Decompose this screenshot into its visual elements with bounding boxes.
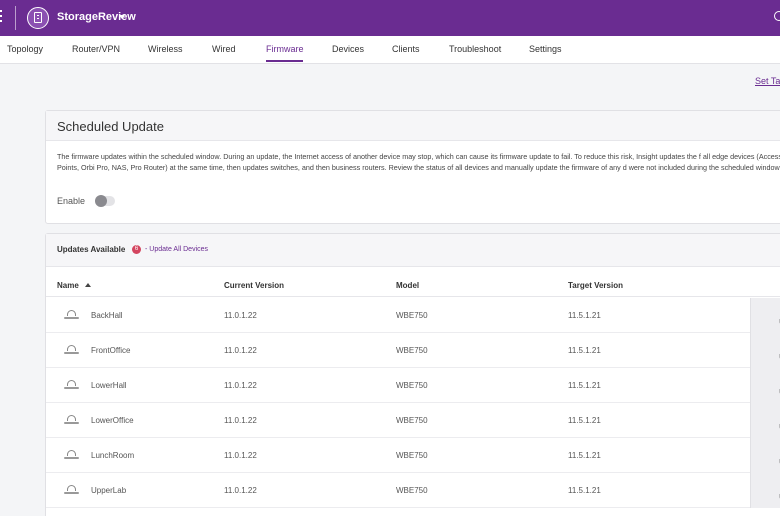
access-point-icon	[64, 380, 79, 390]
model: WBE750	[396, 416, 428, 425]
column-current-version[interactable]: Current Version	[224, 281, 284, 290]
chevron-down-icon[interactable]	[119, 15, 125, 19]
nav-bar: Topology Router/VPN Wireless Wired Firmw…	[0, 36, 780, 64]
device-name[interactable]: FrontOffice	[91, 346, 130, 355]
menu-icon[interactable]	[0, 10, 5, 24]
update-all-devices-link[interactable]: - Update All Devices	[145, 246, 208, 253]
update-action-cell[interactable]: U	[750, 403, 780, 438]
target-version: 11.5.1.21	[568, 311, 601, 320]
model: WBE750	[396, 311, 428, 320]
table-row: LunchRoom 11.0.1.22 WBE750 11.5.1.21 U	[46, 438, 780, 473]
model: WBE750	[396, 486, 428, 495]
divider	[15, 6, 16, 30]
tab-firmware[interactable]: Firmware	[266, 44, 304, 54]
update-action-cell[interactable]: U	[750, 333, 780, 368]
model: WBE750	[396, 381, 428, 390]
tab-wired[interactable]: Wired	[212, 44, 236, 54]
target-version: 11.5.1.21	[568, 486, 601, 495]
device-name[interactable]: LunchRoom	[91, 451, 134, 460]
card-title: Scheduled Update	[57, 119, 164, 134]
tab-wireless[interactable]: Wireless	[148, 44, 183, 54]
table-row: BackHall 11.0.1.22 WBE750 11.5.1.21 U	[46, 298, 780, 333]
table-row: FrontOffice 11.0.1.22 WBE750 11.5.1.21 U	[46, 333, 780, 368]
access-point-icon	[64, 310, 79, 320]
enable-label: Enable	[57, 196, 86, 206]
current-version: 11.0.1.22	[224, 486, 257, 495]
enable-toggle[interactable]	[95, 195, 115, 207]
model: WBE750	[396, 346, 428, 355]
access-point-icon	[64, 450, 79, 460]
update-action-cell[interactable]: U	[750, 368, 780, 403]
table-header: Name Current Version Model Target Versio…	[46, 267, 780, 297]
update-action-cell[interactable]: U	[750, 438, 780, 473]
current-version: 11.0.1.22	[224, 381, 257, 390]
tab-troubleshoot[interactable]: Troubleshoot	[449, 44, 501, 54]
sort-ascending-icon[interactable]	[85, 283, 91, 287]
scheduled-description: The firmware updates within the schedule…	[57, 152, 780, 172]
target-version: 11.5.1.21	[568, 346, 601, 355]
active-tab-indicator	[266, 60, 303, 62]
target-version: 11.5.1.21	[568, 381, 601, 390]
model: WBE750	[396, 451, 428, 460]
target-version: 11.5.1.21	[568, 451, 601, 460]
card-header: Scheduled Update	[46, 111, 780, 141]
search-icon[interactable]	[774, 11, 780, 21]
tab-settings[interactable]: Settings	[529, 44, 562, 54]
tab-devices[interactable]: Devices	[332, 44, 364, 54]
updates-count-badge: 6	[132, 245, 141, 254]
toggle-knob	[95, 195, 107, 207]
current-version: 11.0.1.22	[224, 416, 257, 425]
access-point-icon	[64, 415, 79, 425]
top-bar: StorageReview	[0, 0, 780, 36]
tab-clients[interactable]: Clients	[392, 44, 420, 54]
target-version: 11.5.1.21	[568, 416, 601, 425]
access-point-icon	[64, 345, 79, 355]
tab-topology[interactable]: Topology	[7, 44, 43, 54]
current-version: 11.0.1.22	[224, 311, 257, 320]
card-header: Updates Available 6 - Update All Devices	[46, 234, 780, 267]
scheduled-update-card: Scheduled Update The firmware updates wi…	[45, 110, 780, 224]
column-name[interactable]: Name	[57, 281, 79, 290]
table-row: LowerHall 11.0.1.22 WBE750 11.5.1.21 U	[46, 368, 780, 403]
set-target-link[interactable]: Set Ta	[755, 76, 780, 86]
device-name[interactable]: BackHall	[91, 311, 123, 320]
column-target-version[interactable]: Target Version	[568, 281, 623, 290]
update-action-cell[interactable]: U	[750, 298, 780, 333]
update-action-cell[interactable]: U	[750, 473, 780, 508]
organization-icon[interactable]	[27, 7, 49, 29]
device-name[interactable]: LowerOffice	[91, 416, 134, 425]
updates-available-card: Updates Available 6 - Update All Devices…	[45, 233, 780, 516]
updates-title: Updates Available	[57, 245, 126, 254]
access-point-icon	[64, 485, 79, 495]
device-name[interactable]: UpperLab	[91, 486, 126, 495]
current-version: 11.0.1.22	[224, 451, 257, 460]
tab-router-vpn[interactable]: Router/VPN	[72, 44, 120, 54]
table-row: LowerOffice 11.0.1.22 WBE750 11.5.1.21 U	[46, 403, 780, 438]
current-version: 11.0.1.22	[224, 346, 257, 355]
device-name[interactable]: LowerHall	[91, 381, 127, 390]
column-model[interactable]: Model	[396, 281, 419, 290]
table-row: UpperLab 11.0.1.22 WBE750 11.5.1.21 U	[46, 473, 780, 508]
